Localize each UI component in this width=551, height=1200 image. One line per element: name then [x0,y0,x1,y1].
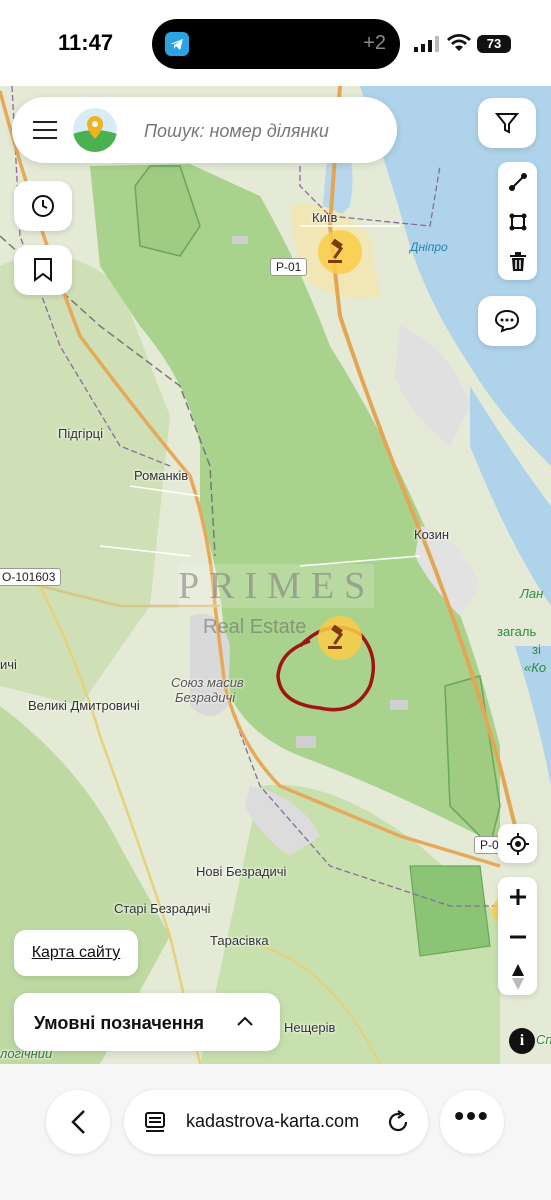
place-label-velyki-dmytrovychi: Великі Дмитровичі [28,698,140,713]
gavel-icon [328,624,344,649]
map-pin-logo-icon [73,108,117,152]
road-shield-o101603: О-101603 [0,568,62,586]
search-bar [12,97,397,163]
compass-icon [511,963,524,990]
more-options-button[interactable]: ••• [440,1090,504,1154]
place-label-edge-zahal: загаль [497,624,537,639]
battery-indicator: 73 [477,35,511,53]
auction-marker[interactable] [318,230,362,274]
telegram-icon [165,32,189,56]
status-bar: 11:47 +2 73 [0,0,551,86]
bookmark-icon [34,258,52,282]
place-label-romankiv: Романків [134,468,189,483]
zoom-in-button[interactable] [498,877,537,916]
chat-bubble-icon [494,309,520,333]
place-label-novi-bezradychi: Нові Безрадичі [196,864,287,879]
drawing-tools-panel [498,162,537,280]
trash-icon [509,251,526,271]
more-dots-icon: ••• [454,1100,490,1131]
legend-label: Умовні позначення [34,1013,205,1033]
place-label-kozyn: Козин [414,527,450,542]
plus-icon [509,888,526,905]
place-label-tarasivka: Тарасівка [210,933,269,948]
search-input[interactable] [142,115,386,147]
place-label-bezradychi: Безрадичі [175,690,236,705]
water-label-dnipro: Дніпро [410,240,448,254]
delete-drawing-button[interactable] [498,242,537,281]
watermark-subtitle: Real Estate [203,616,307,638]
place-label-pidhirtsi: Підгірці [58,426,104,441]
address-bar[interactable]: kadastrova-karta.com [124,1090,428,1154]
zoom-out-button[interactable] [498,917,537,956]
place-label-soyuz: Союз масив [171,675,244,690]
bookmarks-button[interactable] [14,245,72,295]
wifi-icon [447,34,471,51]
legend-button[interactable]: Умовні позначення [14,993,280,1051]
watermark-logo: PRIMES [178,564,376,608]
place-label-edge-chi: ичі [0,657,17,672]
back-button[interactable] [46,1090,110,1154]
browser-toolbar: kadastrova-karta.com ••• [0,1064,551,1200]
road-shield-r01: Р-01 [270,258,308,276]
sitemap-link[interactable]: Карта сайту [14,930,138,976]
place-label-edge-zi: зі [532,642,541,657]
page-menu-icon [145,1112,165,1132]
signal-icon [414,36,439,52]
map-view[interactable]: Київ Підгірці Романків Козин ичі Великі … [0,86,551,1064]
auction-marker[interactable] [318,616,362,660]
place-label-stari-bezradychi: Старі Безрадичі [114,901,211,916]
filter-icon [495,113,519,134]
place-label-edge-ko: «Ко [524,660,547,675]
dynamic-island: +2 [152,19,400,69]
minus-icon [509,935,526,938]
clock: 11:47 [58,30,114,55]
gavel-icon [328,238,344,263]
url-text: kadastrova-karta.com [186,1111,360,1131]
location-target-icon [506,832,529,855]
menu-icon[interactable] [33,121,57,139]
compass-button[interactable] [498,957,537,996]
place-label-kyiv: Київ [312,210,338,225]
polygon-tool-icon [509,213,526,230]
filter-button[interactable] [478,98,536,148]
history-button[interactable] [14,181,72,231]
locate-me-button[interactable] [498,824,537,863]
place-label-edge-sp: Сп [536,1032,551,1047]
info-button[interactable]: i [509,1028,535,1054]
measure-line-button[interactable] [498,162,537,201]
line-tool-icon [508,172,527,191]
chevron-up-icon [237,1016,253,1026]
notification-count: +2 [363,32,386,54]
zoom-controls [498,877,537,995]
chat-button[interactable] [478,296,536,346]
clock-icon [32,195,54,217]
place-label-edge-lan: Лан [520,586,544,601]
chevron-left-icon [71,1110,85,1134]
polygon-tool-button[interactable] [498,202,537,241]
place-label-nescheriv: Нещерів [284,1020,336,1035]
reload-icon[interactable] [386,1110,410,1134]
